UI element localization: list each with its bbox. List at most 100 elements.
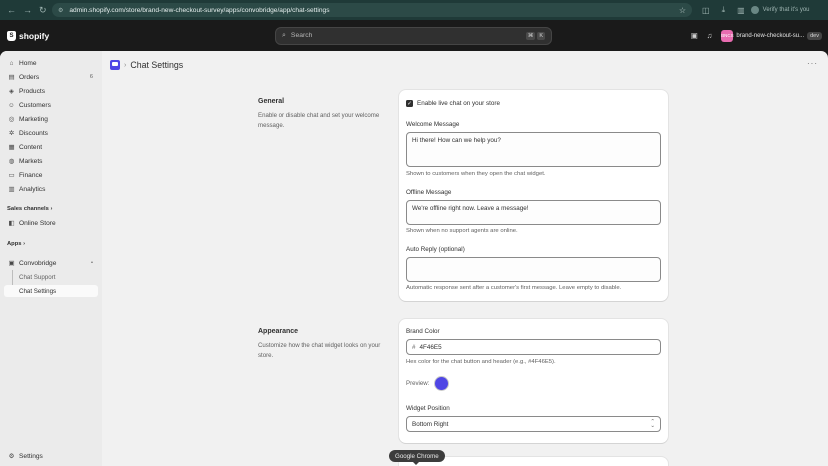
sales-channels-label: Sales channels (7, 206, 49, 212)
appearance-section-description: Customize how the chat widget looks on y… (258, 342, 381, 359)
welcome-message-field[interactable]: Hi there! How can we help you? (406, 132, 661, 167)
sidebar-item-label: Home (19, 59, 37, 67)
app-logo-icon (110, 60, 120, 70)
color-preview-swatch (434, 376, 450, 391)
appearance-settings-card: Brand Color # 4F46E5 Hex color for the c… (399, 319, 668, 443)
profile-label: Verify that it's you (762, 7, 810, 13)
more-actions-icon[interactable]: ··· (807, 59, 818, 68)
home-icon: ⌂ (9, 59, 14, 67)
sidebar-item-marketing[interactable]: ◎ Marketing (4, 113, 98, 125)
orders-count-badge: 6 (89, 74, 93, 80)
download-icon[interactable]: ⤓ (722, 5, 726, 15)
general-settings-card: ✓ Enable live chat on your store Welcome… (399, 90, 668, 301)
sidebar-subitem-chat-support[interactable]: Chat Support (4, 271, 98, 283)
search-shortcut: ⌘ K (525, 31, 545, 40)
shopify-logo[interactable]: S shopify (0, 30, 275, 41)
sidebar-item-label: Content (19, 143, 43, 151)
admin-topbar: S shopify ⌕ Search ⌘ K ▣ ♫ BNCS brand-ne… (0, 20, 828, 51)
sales-channels-heading[interactable]: Sales channels › (7, 206, 52, 212)
settings-gear-icon: ⚙ (8, 453, 15, 460)
search-placeholder: Search (290, 32, 313, 39)
forward-icon[interactable]: → (23, 5, 32, 15)
widget-position-select[interactable]: Bottom Right ⌃ ⌄ (406, 416, 661, 432)
profile-button[interactable]: Verify that it's you (750, 6, 810, 14)
sidebar-item-home[interactable]: ⌂ Home (4, 57, 98, 69)
store-switcher[interactable]: BNCS brand-new-checkout-su... dev (721, 29, 822, 42)
bookmark-star-icon[interactable]: ☆ (679, 6, 686, 15)
offline-message-label: Offline Message (406, 189, 452, 196)
store-icon[interactable]: ▣ (691, 31, 698, 40)
sidebar-item-label: Marketing (19, 115, 48, 123)
sidebar-subitem-chat-settings[interactable]: Chat Settings (4, 285, 98, 297)
sidebar-item-products[interactable]: ◈ Products (4, 85, 98, 97)
enable-chat-row[interactable]: ✓ Enable live chat on your store (406, 100, 500, 107)
sidebar-item-online-store[interactable]: ◧ Online Store (4, 217, 98, 229)
chevron-right-icon: › (23, 241, 26, 247)
sidebar-item-customers[interactable]: ☺ Customers (4, 99, 98, 111)
general-section-heading: General (258, 98, 285, 105)
brand-color-value: 4F46E5 (419, 343, 442, 351)
reload-icon[interactable]: ↻ (39, 5, 47, 15)
brand-color-input[interactable]: # 4F46E5 (406, 339, 661, 355)
sidebar-item-markets[interactable]: ◍ Markets (4, 155, 98, 167)
sidebar-item-analytics[interactable]: ▥ Analytics (4, 183, 98, 195)
marketing-icon: ◎ (8, 116, 15, 123)
customers-icon: ☺ (8, 101, 15, 109)
back-icon[interactable]: ← (7, 5, 16, 15)
brand-color-label: Brand Color (406, 328, 440, 335)
store-avatar: BNCS (721, 29, 734, 42)
search-input[interactable]: ⌕ Search ⌘ K (275, 26, 552, 45)
sidebar-subitem-label: Chat Settings (19, 287, 57, 295)
appearance-section-heading: Appearance (258, 328, 299, 335)
taskbar-tooltip: Google Chrome (389, 450, 445, 465)
auto-reply-label: Auto Reply (optional) (406, 246, 465, 253)
sidebar-item-label: Analytics (19, 185, 46, 193)
content-icon: ▦ (8, 144, 15, 151)
sidebar-subitem-label: Chat Support (19, 273, 56, 281)
brand-color-help: Hex color for the chat button and header… (406, 359, 556, 365)
auto-reply-field[interactable] (406, 257, 661, 282)
sidebar-item-finance[interactable]: ▭ Finance (4, 169, 98, 181)
welcome-message-help: Shown to customers when they open the ch… (406, 171, 546, 177)
logo-text: shopify (19, 30, 50, 41)
apps-label: Apps (7, 241, 22, 247)
sidebar-item-orders[interactable]: ▤ Orders 6 (4, 71, 98, 83)
enable-chat-label: Enable live chat on your store (417, 100, 500, 107)
sidebar-item-label: Customers (19, 101, 51, 109)
auto-reply-help: Automatic response sent after a customer… (406, 285, 622, 291)
offline-message-field[interactable]: We're offline right now. Leave a message… (406, 200, 661, 225)
page-header: › Chat Settings (110, 60, 183, 70)
breadcrumb-chevron-icon: › (124, 61, 127, 69)
sidebar-item-settings[interactable]: ⚙ Settings (4, 450, 98, 462)
apps-heading[interactable]: Apps › (7, 241, 25, 247)
welcome-message-label: Welcome Message (406, 121, 460, 128)
sidebar-item-label: Convobridge (19, 259, 57, 267)
site-info-icon[interactable]: ⚙ (58, 7, 63, 14)
offline-message-help: Shown when no support agents are online. (406, 228, 518, 234)
page-title: Chat Settings (130, 60, 184, 70)
widget-position-value: Bottom Right (412, 420, 449, 428)
notifications-icon[interactable]: ♫ (707, 31, 713, 40)
enable-chat-checkbox[interactable]: ✓ (406, 100, 413, 107)
preview-label: Preview: (406, 380, 430, 387)
shortcut-key: K (537, 31, 545, 40)
sidebar-item-discounts[interactable]: ✲ Discounts (4, 127, 98, 139)
app-menu-dot-icon[interactable]: • (91, 260, 93, 266)
sidebar-item-content[interactable]: ▦ Content (4, 141, 98, 153)
topbar-right: ▣ ♫ BNCS brand-new-checkout-su... dev (691, 29, 828, 42)
widget-position-label: Widget Position (406, 405, 450, 412)
select-chevron-icon: ⌃ ⌄ (650, 419, 655, 429)
sidebar-item-label: Orders (19, 73, 40, 81)
general-section-description: Enable or disable chat and set your welc… (258, 112, 380, 129)
admin-frame: ⌂ Home ▤ Orders 6 ◈ Products ☺ Customers… (0, 51, 828, 466)
sidebar-item-label: Finance (19, 171, 43, 179)
sidebar-item-label: Settings (19, 452, 43, 460)
sidebar-item-convobridge[interactable]: ▣ Convobridge • (4, 257, 98, 269)
brand-color-prefix: # (412, 343, 416, 351)
split-view-icon[interactable]: ▥ (737, 6, 745, 15)
address-bar[interactable]: ⚙ admin.shopify.com/store/brand-new-chec… (52, 3, 692, 17)
dev-badge: dev (807, 31, 822, 40)
profile-avatar (750, 6, 759, 14)
browser-nav-buttons: ← → ↻ (0, 5, 50, 15)
extensions-icon[interactable]: ◫ (702, 6, 710, 15)
